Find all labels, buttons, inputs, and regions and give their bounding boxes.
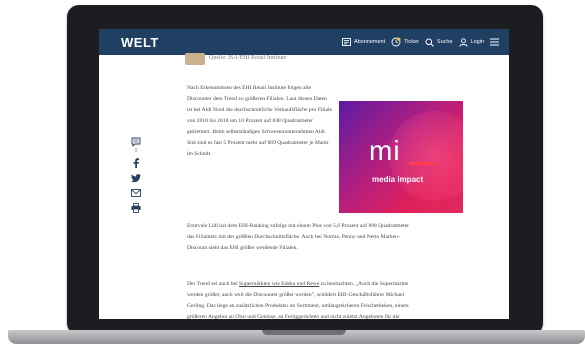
article-paragraph-2: Erstrvale Lidl hat dem EHI-Ranking zufol…	[187, 223, 409, 251]
facebook-share-button[interactable]	[132, 158, 140, 168]
print-button[interactable]	[131, 203, 141, 213]
abonnement-link[interactable]: Abonnement	[341, 38, 386, 46]
hamburger-menu-icon	[490, 38, 499, 46]
ad-brand-name: media impact	[372, 175, 424, 184]
ticker-link[interactable]: Ticker	[391, 37, 419, 47]
abonnement-label: Abonnement	[353, 39, 386, 45]
email-icon	[131, 189, 141, 197]
user-icon	[458, 37, 468, 47]
search-link[interactable]: Suche	[425, 38, 453, 47]
ticker-label: Ticker	[404, 39, 419, 45]
facebook-icon	[133, 158, 139, 168]
site-header: WELT Abonnement Ticker Suche Login	[99, 29, 509, 55]
menu-button[interactable]	[490, 38, 499, 46]
ticker-icon	[391, 37, 401, 47]
login-label: Login	[470, 39, 484, 45]
comment-count: 0	[134, 148, 138, 154]
header-actions: Abonnement Ticker Suche Login	[341, 37, 499, 47]
author-image	[185, 53, 205, 65]
article-paragraph-1: Nach Erkenntnissen des EHI Retail Instit…	[187, 85, 332, 157]
comments-button[interactable]	[131, 137, 141, 147]
welt-logo[interactable]: WELT	[121, 35, 159, 50]
share-rail: 0	[127, 137, 145, 213]
email-share-button[interactable]	[131, 189, 141, 197]
newspaper-icon	[341, 38, 351, 46]
twitter-share-button[interactable]	[131, 174, 141, 183]
author-caption: Quelle: ISA/EHI Retail Institute	[209, 55, 287, 61]
media-impact-ad[interactable]: mi media impact	[339, 101, 463, 213]
ad-logo-mark: mi	[369, 135, 401, 166]
print-icon	[131, 203, 141, 213]
search-icon	[425, 38, 434, 47]
article-paragraph-3: Der Trend sei auch bei Supermärkten wie …	[187, 279, 413, 319]
twitter-icon	[131, 174, 141, 183]
supermarkets-link[interactable]: Supermärkten wie Edeka und Rewe	[239, 281, 319, 287]
ad-logo-underline	[409, 162, 435, 165]
search-label: Suche	[436, 39, 453, 45]
laptop-notch	[262, 330, 346, 335]
login-link[interactable]: Login	[458, 37, 484, 47]
comment-icon	[131, 137, 141, 147]
paragraph-text: Der Trend sei auch bei	[187, 281, 240, 287]
article-body: Quelle: ISA/EHI Retail Institute Nach Er…	[99, 53, 509, 319]
laptop-screen: WELT Abonnement Ticker Suche Login Quell…	[99, 29, 509, 319]
